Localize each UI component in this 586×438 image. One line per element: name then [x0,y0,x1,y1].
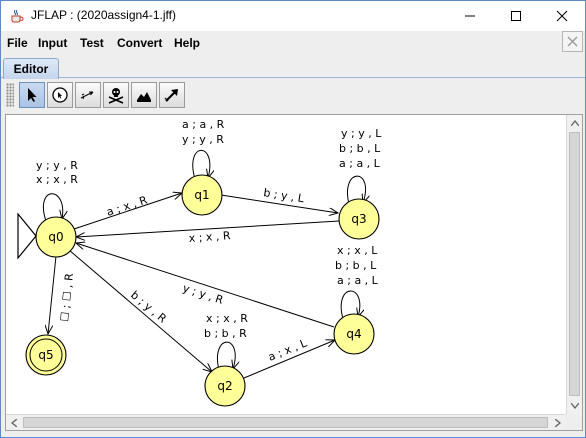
redo-tool[interactable] [159,82,185,108]
label-q4-q4-1: x ; x , L [337,244,378,257]
label-q1-q1-1: a ; a , R [182,118,225,131]
minimize-button[interactable] [447,1,493,31]
scroll-up-arrow-icon[interactable] [567,115,583,131]
edge-q0-q5 [48,255,57,334]
state-label-q3: q3 [351,212,366,226]
horizontal-scroll-thumb[interactable] [23,417,548,428]
vertical-scroll-thumb[interactable] [569,132,580,396]
label-q3-q0: x ; x , R [188,229,231,245]
state-label-q2: q2 [217,379,232,393]
state-label-q0: q0 [48,230,63,244]
menu-input[interactable]: Input [38,36,67,50]
minimize-icon [465,15,475,17]
label-q1-q1-2: y ; y , R [182,133,224,146]
menu-test[interactable]: Test [80,36,104,50]
scrollbar-corner [566,414,582,430]
transition-creator-tool[interactable] [75,82,101,108]
undo-tool[interactable] [131,82,157,108]
window-title: JFLAP : (2020assign4-1.jff) [31,8,176,22]
state-creator-icon [52,87,68,103]
skull-crossbones-icon [108,88,124,104]
close-icon [567,36,578,47]
toolbar-grip[interactable] [6,83,14,107]
label-q0-q2: b ; y , R [128,288,169,325]
state-label-q1: q1 [194,188,209,202]
automaton-canvas[interactable]: y ; y , R x ; x , R a ; a , R y ; y , R … [6,115,566,413]
label-q3-q3-1: y ; y , L [341,127,382,140]
state-q0[interactable]: q0 [35,216,77,258]
automaton-diagram: y ; y , R x ; x , R a ; a , R y ; y , R … [17,118,382,407]
menu-convert[interactable]: Convert [117,36,162,50]
label-q2-q2-1: x ; x , R [206,312,248,325]
tab-editor[interactable]: Editor [3,58,59,79]
label-q4-q0: y ; y , R [181,281,225,306]
menu-file[interactable]: File [7,36,28,50]
menu-bar: File Input Test Convert Help [1,32,585,56]
menu-help[interactable]: Help [174,36,200,50]
maximize-icon [511,11,521,21]
horizontal-scrollbar[interactable] [6,414,566,430]
automaton-canvas-panel: y ; y , R x ; x , R a ; a , R y ; y , R … [5,114,583,431]
tab-strip: Editor [1,56,585,79]
scroll-down-arrow-icon[interactable] [567,398,583,414]
state-q1[interactable]: q1 [181,174,223,216]
label-q3-q3-2: b ; b , L [339,142,381,155]
state-q5-final[interactable]: q5 [25,334,67,376]
label-q0-q5: ☐ ; ☐ , R [58,272,76,322]
pointer-arrow-icon [28,88,37,102]
scroll-right-arrow-icon[interactable] [550,415,566,431]
state-q4[interactable]: q4 [333,313,375,355]
label-q0-q0-1: y ; y , R [36,159,78,172]
label-q4-q4-3: a ; a , L [337,274,379,287]
state-label-q4: q4 [346,327,361,341]
initial-state-marker [17,212,37,260]
edge-q0-q2 [68,249,212,372]
title-bar: JFLAP : (2020assign4-1.jff) [1,1,585,31]
state-q3[interactable]: q3 [338,198,380,240]
close-document-button[interactable] [562,31,583,52]
attribute-editor-tool[interactable] [19,82,45,108]
close-window-button[interactable] [539,1,585,31]
state-label-q5: q5 [38,348,53,362]
scroll-left-arrow-icon[interactable] [6,415,22,431]
label-q0-q1: a ; x , R [105,193,149,218]
state-q2[interactable]: q2 [204,365,246,407]
redo-arrow-icon [164,89,178,102]
state-creator-tool[interactable] [47,82,73,108]
editor-toolbar [3,79,583,111]
edge-q4-q0 [76,243,335,328]
maximize-button[interactable] [493,1,539,31]
java-cup-icon [9,8,25,24]
label-q0-q0-2: x ; x , R [36,173,78,186]
close-icon [556,10,568,22]
jflap-window: JFLAP : (2020assign4-1.jff) File Input T… [0,0,586,438]
transition-labels: y ; y , R x ; x , R a ; a , R y ; y , R … [36,118,382,364]
transition-arrow-icon [80,91,94,100]
label-q2-q2-2: b ; b , R [204,327,247,340]
vertical-scrollbar[interactable] [566,115,582,414]
label-q3-q3-3: a ; a , L [339,157,381,170]
label-q4-q4-2: b ; b , L [335,259,377,272]
undo-stack-icon [137,92,151,102]
deleter-tool[interactable] [103,82,129,108]
